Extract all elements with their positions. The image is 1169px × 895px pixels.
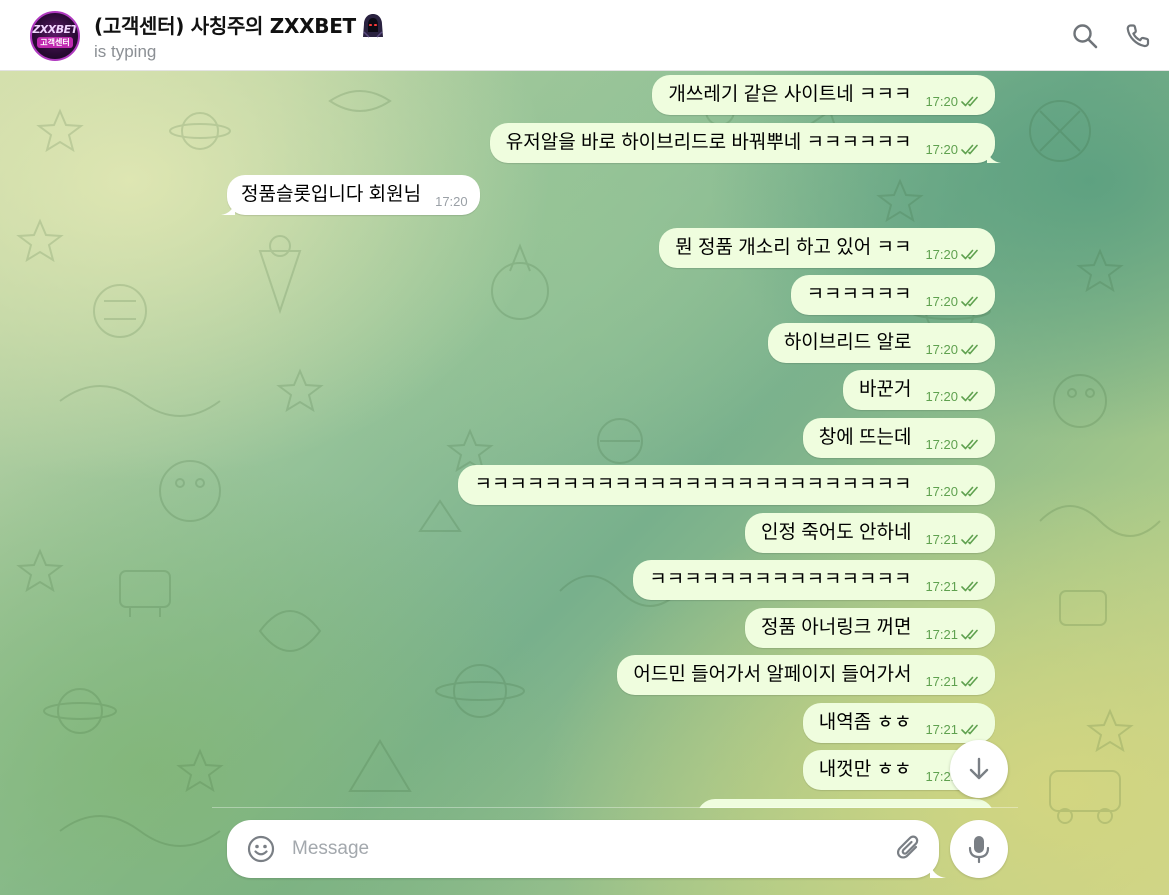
- message-time: 17:21: [925, 626, 958, 642]
- message-bubble[interactable]: 유저알을 바로 하이브리드로 바꿔뿌네 ㅋㅋㅋㅋㅋㅋ 17:20: [489, 123, 1001, 163]
- message-time: 17:21: [925, 578, 958, 594]
- message-bubble[interactable]: ㅋㅋㅋㅋㅋㅋ 17:20: [790, 275, 995, 315]
- message-bubble[interactable]: 정품 아너링크 꺼면 17:21: [745, 608, 995, 648]
- message-list[interactable]: 개쓰레기 같은 사이트네 ㅋㅋㅋ 17:20 유저알을 바로 하이브리드로 바꿔…: [0, 71, 1169, 808]
- emoji-icon[interactable]: [247, 835, 275, 863]
- hooded-figure-emoji-icon: [362, 13, 383, 38]
- double-check-icon: [961, 486, 978, 496]
- message-text: 내역좀 ㅎㅎ: [818, 712, 912, 733]
- message-text: ㅋㅋㅋㅋㅋㅋㅋㅋㅋㅋㅋㅋㅋㅋㅋ: [649, 569, 912, 590]
- voice-message-button[interactable]: [950, 820, 1008, 878]
- message-text: 정품 아너링크 꺼면: [761, 617, 912, 638]
- message-time: 17:20: [925, 483, 958, 499]
- message-bubble[interactable]: 정품슬롯입니다 회원님 17:20: [221, 175, 480, 215]
- composer-divider: [212, 807, 1018, 808]
- attach-icon[interactable]: [895, 834, 923, 864]
- message-bubble[interactable]: 내역좀 ㅎㅎ 17:21: [802, 703, 995, 743]
- message-bubble[interactable]: 어드민 들어가서 알페이지 들어가서 17:21: [617, 655, 995, 695]
- message-text: 바꾼거: [859, 379, 912, 400]
- message-time: 17:21: [925, 673, 958, 689]
- message-time: 17:21: [925, 531, 958, 547]
- chat-title-wrap[interactable]: (고객센터) 사칭주의 ZXXBET: [94, 10, 386, 39]
- message-input[interactable]: Message: [292, 838, 369, 860]
- double-check-icon: [961, 581, 978, 591]
- message-text: 내껏만 ㅎㅎ: [818, 759, 912, 780]
- avatar-badge-text: 고객센터: [37, 37, 73, 48]
- message-text: 어드민 들어가서 알페이지 들어가서: [633, 664, 912, 685]
- message-bubble[interactable]: 인정 죽어도 안하네 17:21: [745, 513, 995, 553]
- search-icon[interactable]: [1071, 22, 1099, 50]
- message-time: 17:20: [925, 388, 958, 404]
- message-time: 17:20: [925, 293, 958, 309]
- bubble-tail: [221, 201, 235, 215]
- message-text: 하이브리드 알로: [783, 332, 912, 353]
- message-composer[interactable]: Message: [227, 820, 939, 878]
- arrow-down-icon: [969, 757, 989, 780]
- message-time: 17:20: [925, 141, 958, 157]
- message-time: 17:20: [435, 193, 468, 209]
- double-check-icon: [961, 249, 978, 259]
- message-time: 17:21: [925, 721, 958, 737]
- double-check-icon: [961, 296, 978, 306]
- double-check-icon: [961, 629, 978, 639]
- double-check-icon: [961, 144, 978, 154]
- message-text: ㅋㅋㅋㅋㅋㅋㅋㅋㅋㅋㅋㅋㅋㅋㅋㅋㅋㅋㅋㅋㅋㅋㅋㅋㅋ: [474, 474, 912, 495]
- message-text: ㅋㅋㅋㅋㅋㅋ: [806, 284, 912, 305]
- avatar-logo-text: ZXXBET: [32, 23, 78, 36]
- message-bubble[interactable]: 하이브리드 알로 17:20: [767, 323, 995, 363]
- message-text: 인정 죽어도 안하네: [761, 522, 912, 543]
- double-check-icon: [961, 534, 978, 544]
- scroll-to-bottom-button[interactable]: [950, 740, 1008, 798]
- chat-title: (고객센터) 사칭주의 ZXXBET: [94, 14, 356, 38]
- avatar[interactable]: ZXXBET 고객센터: [30, 11, 80, 61]
- typing-status: is typing: [94, 42, 157, 61]
- double-check-icon: [961, 344, 978, 354]
- composer-tail: [930, 862, 946, 878]
- message-time: 17:20: [925, 341, 958, 357]
- message-text: 개쓰레기 같은 사이트네 ㅋㅋㅋ: [668, 84, 912, 105]
- message-time: 17:20: [925, 93, 958, 109]
- message-time: 17:20: [925, 246, 958, 262]
- double-check-icon: [961, 676, 978, 686]
- double-check-icon: [961, 439, 978, 449]
- message-text: 뭔 정품 개소리 하고 있어 ㅋㅋ: [675, 237, 912, 258]
- double-check-icon: [961, 96, 978, 106]
- message-text: 정품슬롯입니다 회원님: [241, 184, 422, 205]
- message-text: 유저알을 바로 하이브리드로 바꿔뿌네 ㅋㅋㅋㅋㅋㅋ: [505, 132, 912, 153]
- message-bubble[interactable]: 뭔 정품 개소리 하고 있어 ㅋㅋ 17:20: [659, 228, 995, 268]
- double-check-icon: [961, 391, 978, 401]
- chat-header: ZXXBET 고객센터 (고객센터) 사칭주의 ZXXBET is typing: [0, 0, 1169, 71]
- message-text: 창에 뜨는데: [818, 427, 912, 448]
- message-bubble[interactable]: ㅋㅋㅋㅋㅋㅋㅋㅋㅋㅋㅋㅋㅋㅋㅋㅋㅋㅋㅋㅋㅋㅋㅋㅋㅋ 17:20: [458, 465, 995, 505]
- message-bubble[interactable]: 바꾼거 17:20: [843, 370, 995, 410]
- message-time: 17:20: [925, 436, 958, 452]
- phone-icon[interactable]: [1124, 22, 1152, 50]
- bubble-tail: [987, 149, 1001, 163]
- message-bubble[interactable]: ㅋㅋㅋㅋㅋㅋㅋㅋㅋㅋㅋㅋㅋㅋㅋ 17:21: [633, 560, 995, 600]
- double-check-icon: [961, 724, 978, 734]
- mic-icon: [968, 836, 990, 864]
- message-bubble[interactable]: 창에 뜨는데 17:20: [802, 418, 995, 458]
- message-bubble[interactable]: 개쓰레기 같은 사이트네 ㅋㅋㅋ 17:20: [652, 75, 995, 115]
